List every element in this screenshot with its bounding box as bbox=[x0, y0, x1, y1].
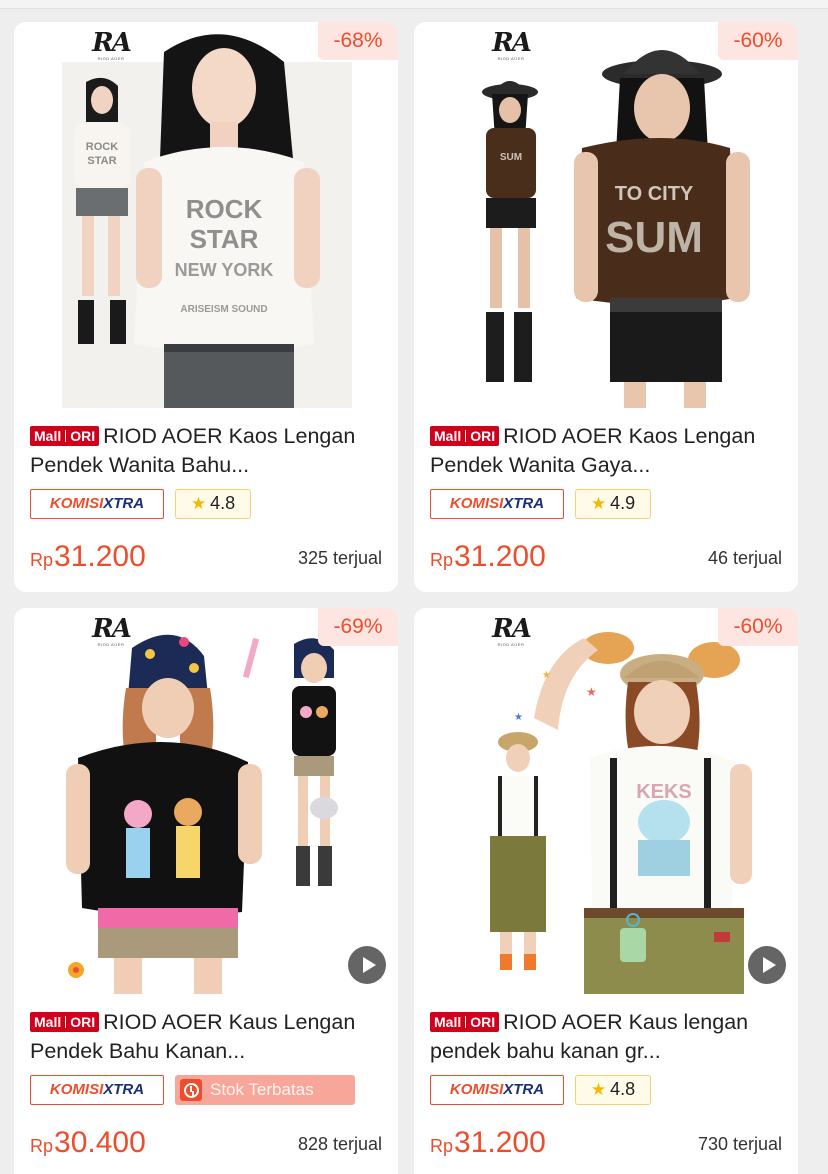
play-icon[interactable] bbox=[348, 946, 386, 984]
product-image[interactable]: KEKS ★ ★ ★ RA RIOD AOER -60% bbox=[414, 608, 798, 994]
brand-logo: RA RIOD AOER bbox=[92, 28, 132, 61]
product-image[interactable]: SUM TO CITY SUM RA RIOD AOER -60% bbox=[414, 22, 798, 408]
product-title[interactable]: Mall ORI RIOD AOER Kaus lengan pendek bahu… bbox=[430, 1008, 786, 1066]
svg-text:★: ★ bbox=[586, 685, 597, 699]
product-price: Rp30.400 bbox=[30, 1126, 146, 1159]
svg-text:STAR: STAR bbox=[190, 224, 259, 254]
mall-ori-badge: Mall ORI bbox=[430, 1012, 500, 1032]
brand-logo: RA RIOD AOER bbox=[492, 28, 532, 61]
product-card[interactable]: RA RIOD AOER -69% Mall ORI RIOD AOER Kaus … bbox=[14, 608, 398, 1174]
product-image[interactable]: RA RIOD AOER -69% bbox=[14, 608, 398, 994]
svg-text:ROCK: ROCK bbox=[186, 194, 263, 224]
star-icon: ★ bbox=[590, 1080, 607, 1099]
discount-badge: -60% bbox=[718, 22, 798, 60]
alarm-clock-icon bbox=[180, 1079, 202, 1101]
discount-badge: -60% bbox=[718, 608, 798, 646]
product-title[interactable]: Mall ORI RIOD AOER Kaos Lengan Pendek Wani… bbox=[430, 422, 786, 480]
discount-badge: -68% bbox=[318, 22, 398, 60]
product-image[interactable]: ROCK STAR ROCK STAR NEW YORK ARISEISM SO bbox=[14, 22, 398, 408]
mall-ori-badge: Mall ORI bbox=[30, 1012, 100, 1032]
mall-ori-badge: Mall ORI bbox=[430, 426, 500, 446]
star-icon: ★ bbox=[190, 494, 207, 513]
brand-logo: RA RIOD AOER bbox=[492, 614, 532, 647]
brand-logo: RA RIOD AOER bbox=[92, 614, 132, 647]
komisi-xtra-badge: KOMISIXTRA bbox=[430, 1075, 564, 1105]
komisi-xtra-badge: KOMISIXTRA bbox=[430, 489, 564, 519]
sold-count: 828 terjual bbox=[297, 1134, 382, 1154]
svg-text:SUM: SUM bbox=[605, 213, 703, 262]
product-card[interactable]: ROCK STAR ROCK STAR NEW YORK ARISEISM SO bbox=[14, 22, 398, 592]
sold-count: 46 terjual bbox=[707, 548, 782, 568]
sold-count: 325 terjual bbox=[297, 548, 382, 568]
product-price: Rp31.200 bbox=[430, 540, 546, 573]
top-edge-strip bbox=[0, 0, 828, 9]
komisi-xtra-badge: KOMISIXTRA bbox=[30, 1075, 164, 1105]
svg-text:★: ★ bbox=[542, 670, 551, 681]
rating-badge: ★ 4.8 bbox=[175, 489, 251, 519]
mall-ori-badge: Mall ORI bbox=[30, 426, 100, 446]
play-icon[interactable] bbox=[748, 946, 786, 984]
svg-text:ROCK: ROCK bbox=[86, 141, 118, 153]
komisi-xtra-badge: KOMISIXTRA bbox=[30, 489, 164, 519]
svg-text:SUM: SUM bbox=[500, 152, 522, 163]
limited-stock-badge: Stok Terbatas bbox=[175, 1075, 355, 1105]
product-price: Rp31.200 bbox=[430, 1126, 546, 1159]
svg-text:★: ★ bbox=[514, 712, 523, 723]
svg-text:STAR: STAR bbox=[87, 155, 116, 167]
rating-badge: ★ 4.9 bbox=[575, 489, 651, 519]
product-title[interactable]: Mall ORI RIOD AOER Kaos Lengan Pendek Wani… bbox=[30, 422, 386, 480]
svg-text:NEW YORK: NEW YORK bbox=[175, 260, 274, 280]
product-title[interactable]: Mall ORI RIOD AOER Kaus Lengan Pendek Bahu… bbox=[30, 1008, 386, 1066]
sold-count: 730 terjual bbox=[697, 1134, 782, 1154]
svg-text:KEKS: KEKS bbox=[636, 781, 692, 803]
svg-text:TO CITY: TO CITY bbox=[615, 183, 694, 205]
rating-badge: ★ 4.8 bbox=[575, 1075, 651, 1105]
product-card[interactable]: SUM TO CITY SUM RA RIOD AOER -60% Mall O… bbox=[414, 22, 798, 592]
product-price: Rp31.200 bbox=[30, 540, 146, 573]
discount-badge: -69% bbox=[318, 608, 398, 646]
svg-text:ARISEISM SOUND: ARISEISM SOUND bbox=[180, 304, 267, 315]
product-card[interactable]: KEKS ★ ★ ★ RA RIOD AOER -60% Mall ORI RIOD… bbox=[414, 608, 798, 1174]
star-icon: ★ bbox=[590, 494, 607, 513]
